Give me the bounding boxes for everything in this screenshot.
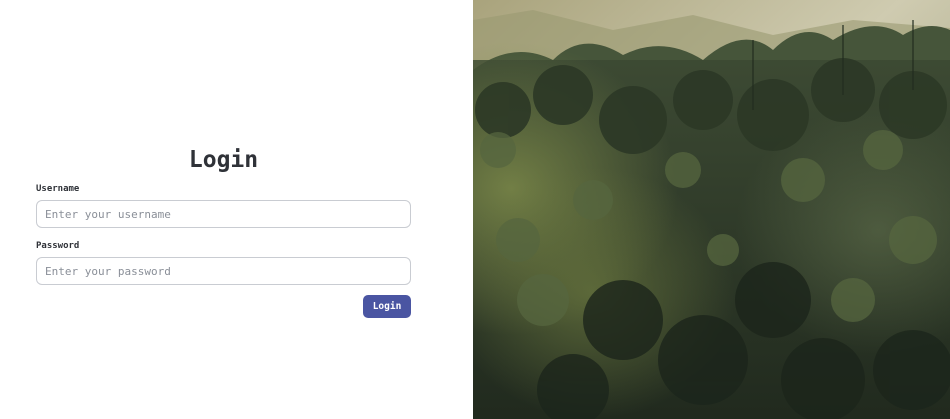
login-button[interactable]: Login xyxy=(363,295,411,318)
page-title: Login xyxy=(188,147,259,173)
background-image-panel xyxy=(473,0,950,419)
login-form: Login Username Password Login xyxy=(36,143,411,318)
login-page: Login Username Password Login xyxy=(0,0,950,419)
username-input[interactable] xyxy=(36,200,411,228)
username-label: Username xyxy=(36,184,80,194)
form-actions: Login xyxy=(36,295,411,318)
forest-photo xyxy=(473,0,950,419)
password-input[interactable] xyxy=(36,257,411,285)
password-label: Password xyxy=(36,241,80,251)
login-panel: Login Username Password Login xyxy=(0,0,473,419)
